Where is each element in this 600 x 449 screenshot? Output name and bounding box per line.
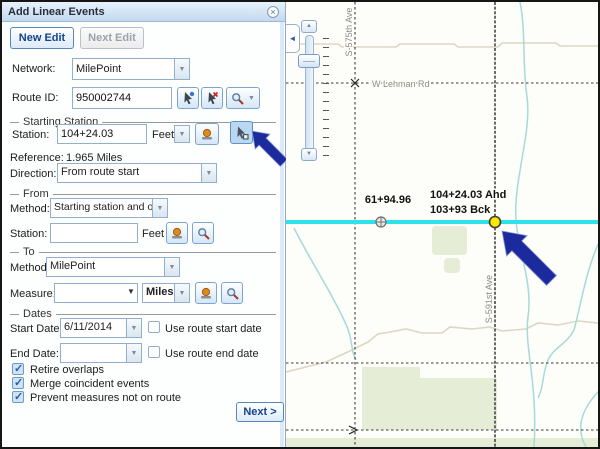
to-method-select[interactable]: MilePoint ▼	[46, 257, 180, 277]
station-label-back: 103+93 Bck	[430, 204, 491, 216]
end-date-value	[60, 343, 126, 363]
merge-coincident-events-checkbox[interactable]	[12, 377, 24, 389]
selected-point-marker[interactable]	[490, 217, 501, 228]
measure-combo-input[interactable]	[54, 283, 138, 303]
station-picker-icon	[235, 126, 249, 140]
cursor-select-icon	[181, 91, 195, 105]
prevent-measures-label: Prevent measures not on route	[30, 392, 181, 404]
reference-label: Reference:	[10, 152, 64, 164]
chevron-down-icon[interactable]: ▼	[201, 163, 217, 183]
network-value: MilePoint	[72, 58, 174, 80]
from-method-label: Method:	[10, 203, 50, 215]
station-tool-icon	[200, 128, 214, 141]
search-icon	[197, 227, 210, 240]
panel-title: Add Linear Events	[8, 6, 105, 18]
road-label-vertical-right: S-591st Ave	[484, 275, 494, 323]
use-route-end-date-checkbox[interactable]	[148, 346, 160, 358]
next-button[interactable]: Next >	[236, 402, 284, 422]
use-route-start-date-checkbox[interactable]	[148, 321, 160, 333]
use-route-start-date-label: Use route start date	[165, 323, 262, 335]
station-label-ahead: 104+24.03 Ahd	[430, 189, 506, 201]
map-canvas[interactable]: W Lehman Rd S-575th Ave S-591st Ave 61+9…	[286, 2, 598, 447]
chevron-down-icon[interactable]: ▼	[174, 283, 190, 303]
chevron-down-icon: ▼	[248, 95, 255, 102]
from-station-label: Station:	[10, 228, 47, 240]
retire-overlaps-checkbox[interactable]	[12, 363, 24, 375]
direction-value: From route start	[57, 163, 201, 183]
panel-edge	[280, 2, 284, 447]
chevron-down-icon[interactable]: ▼	[152, 198, 168, 218]
new-edit-button[interactable]: New Edit	[10, 27, 74, 49]
start-date-label: Start Date:	[10, 323, 63, 335]
measure-units-select[interactable]: Miles ▼	[142, 283, 190, 303]
from-method-select[interactable]: Starting station and offset ▼	[50, 198, 168, 218]
cursor-clear-icon	[205, 91, 219, 105]
start-date-picker[interactable]: 6/11/2014 ▼	[60, 318, 142, 338]
calendar-dropdown-icon[interactable]: ▼	[126, 343, 142, 363]
route-id-label: Route ID:	[12, 92, 58, 104]
zoom-in-button[interactable]: ▲	[301, 20, 317, 33]
panel-titlebar[interactable]: Add Linear Events ×	[2, 2, 285, 22]
prevent-measures-checkbox[interactable]	[12, 391, 24, 403]
merge-coincident-events-label: Merge coincident events	[30, 378, 149, 390]
station-units-value: Feet	[152, 129, 174, 141]
end-date-label: End Date:	[10, 348, 59, 360]
road-label-horizontal: W Lehman Rd	[372, 79, 430, 89]
from-method-value: Starting station and offset	[50, 198, 152, 218]
zoom-slider-handle[interactable]	[298, 54, 320, 68]
next-edit-button[interactable]: Next Edit	[80, 27, 144, 49]
chevron-down-icon[interactable]: ▼	[174, 58, 190, 80]
station-label: Station:	[12, 129, 49, 141]
pick-station-on-map-button[interactable]	[230, 121, 253, 144]
zoom-out-button[interactable]: ▼	[301, 148, 317, 161]
station-marker	[376, 217, 386, 227]
to-method-label: Method:	[10, 262, 50, 274]
search-icon	[231, 92, 244, 105]
measure-label: Measure:	[10, 288, 56, 300]
app-window: Add Linear Events × New Edit Next Edit N…	[0, 0, 600, 449]
close-icon[interactable]: ×	[267, 6, 279, 18]
direction-label: Direction:	[10, 168, 56, 180]
to-search-button[interactable]	[221, 282, 243, 304]
station-label-existing: 61+94.96	[365, 194, 411, 206]
road-label-vertical-left: S-575th Ave	[344, 8, 354, 57]
retire-overlaps-label: Retire overlaps	[30, 364, 104, 376]
grid-marks	[349, 79, 359, 434]
route-search-dropdown-button[interactable]: ▼	[226, 87, 260, 109]
clear-route-selection-button[interactable]	[201, 87, 223, 109]
end-date-picker[interactable]: ▼	[60, 343, 142, 363]
from-station-input[interactable]	[50, 223, 138, 243]
select-route-on-map-button[interactable]	[177, 87, 199, 109]
station-tool-icon	[199, 287, 213, 300]
use-route-end-date-label: Use route end date	[165, 348, 259, 360]
chevron-down-icon[interactable]: ▼	[174, 125, 190, 143]
zoom-slider: ▲ ▼	[298, 20, 334, 162]
start-date-value: 6/11/2014	[60, 318, 126, 338]
route-id-input[interactable]	[72, 87, 172, 109]
to-measure-button[interactable]	[195, 282, 217, 304]
station-units-select[interactable]: ▼	[174, 125, 190, 143]
chevron-down-icon[interactable]: ▼	[127, 287, 135, 296]
station-input[interactable]	[57, 124, 147, 144]
from-search-button[interactable]	[192, 222, 214, 244]
chevron-down-icon[interactable]: ▼	[164, 257, 180, 277]
direction-select[interactable]: From route start ▼	[57, 163, 217, 183]
to-method-value: MilePoint	[46, 257, 164, 277]
measure-on-route-button[interactable]	[195, 123, 219, 145]
add-linear-events-panel: Add Linear Events × New Edit Next Edit N…	[2, 2, 286, 447]
from-measure-button[interactable]	[166, 222, 188, 244]
network-label: Network:	[12, 63, 55, 75]
station-tool-icon	[170, 227, 184, 240]
measure-units-value: Miles	[142, 283, 174, 303]
section-dates: Dates	[10, 308, 276, 320]
search-icon	[226, 287, 239, 300]
calendar-dropdown-icon[interactable]: ▼	[126, 318, 142, 338]
terrain-green-areas	[286, 226, 598, 447]
network-select[interactable]: MilePoint ▼	[72, 58, 190, 80]
zoom-slider-ticks	[323, 38, 329, 158]
from-units-label: Feet	[142, 228, 164, 240]
